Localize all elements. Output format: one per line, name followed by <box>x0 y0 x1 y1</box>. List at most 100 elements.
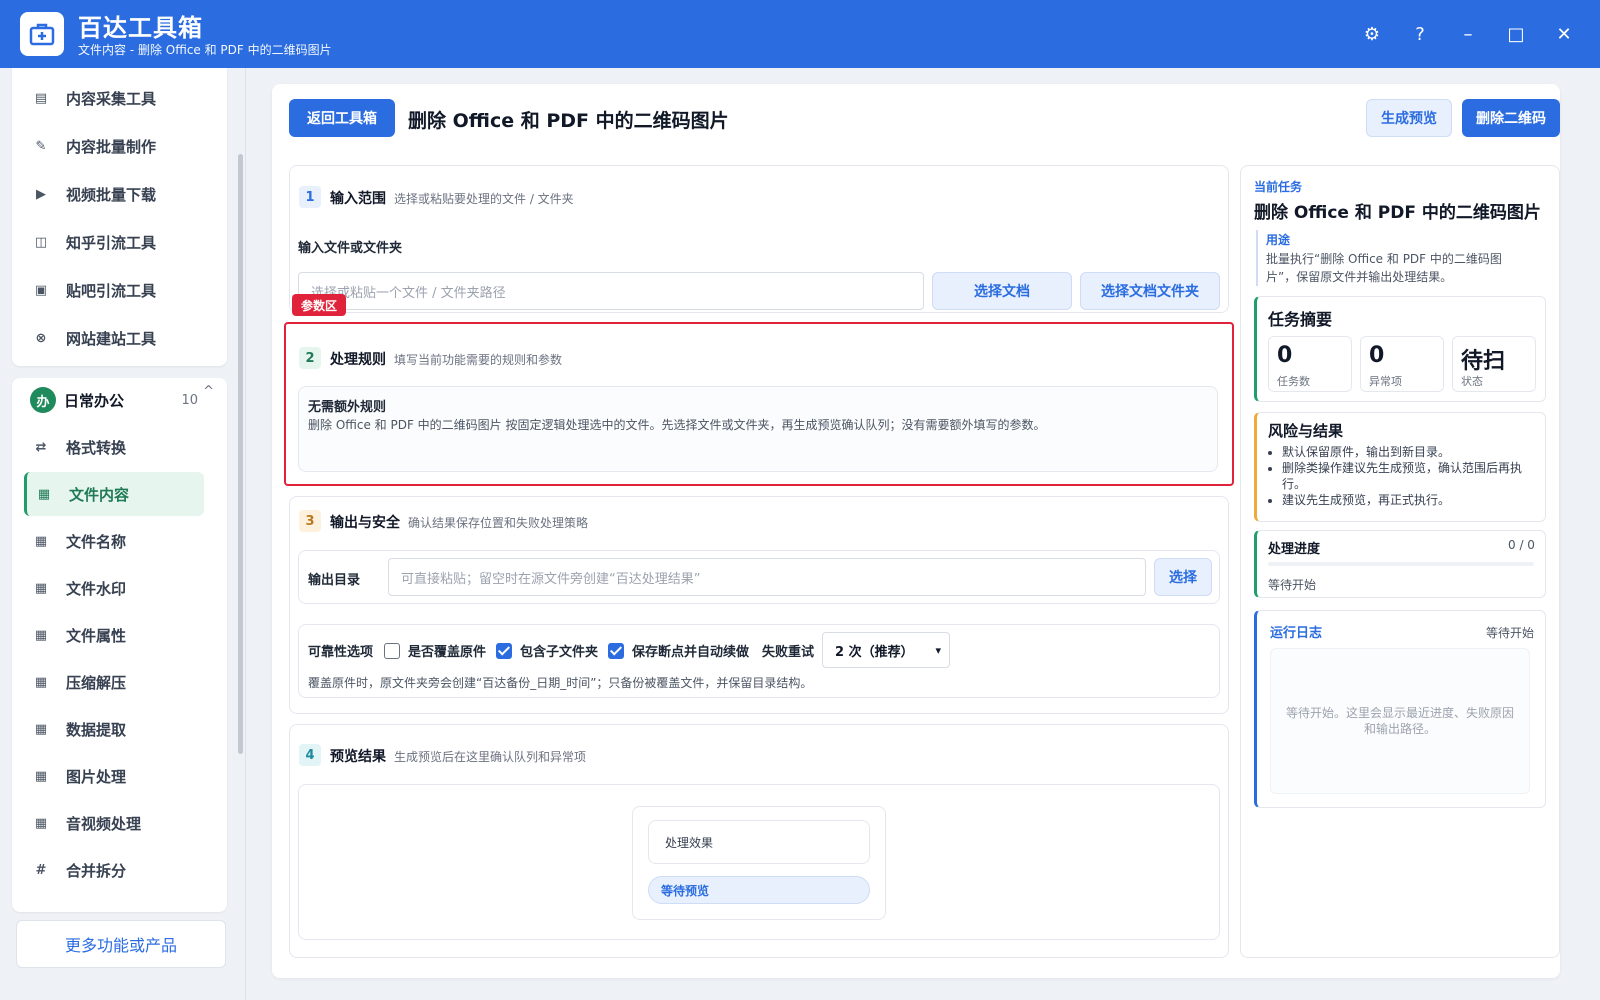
stat-value: 0 <box>1277 343 1293 368</box>
sidebar-item-label: 合并拆分 <box>66 861 127 880</box>
group-count: 10 <box>181 392 198 408</box>
current-task-title: 删除 Office 和 PDF 中的二维码图片 <box>1254 203 1541 223</box>
sidebar-item-label: 图片处理 <box>66 767 127 786</box>
reliability-label: 可靠性选项 <box>308 645 374 660</box>
sidebar-item-data-extract[interactable]: ▦ 数据提取 <box>24 707 204 751</box>
settings-icon[interactable]: ⚙ <box>1356 18 1388 50</box>
sidebar-item-label: 文件属性 <box>66 626 127 645</box>
output-select-button[interactable]: 选择 <box>1154 558 1212 596</box>
sidebar-item-label: 格式转换 <box>66 438 127 457</box>
current-task-label: 当前任务 <box>1254 180 1303 194</box>
parameter-area-tag: 参数区 <box>292 294 347 316</box>
output-dir-field[interactable]: 可直接粘贴；留空时在源文件旁创建“百达处理结果” <box>388 558 1146 596</box>
page-title: 删除 Office 和 PDF 中的二维码图片 <box>408 110 729 132</box>
retry-select[interactable]: 2 次（推荐） ▾ <box>822 632 950 668</box>
log-status: 等待开始 <box>1486 626 1535 640</box>
sidebar-item-label: 内容采集工具 <box>66 89 157 108</box>
grid-icon: ▦ <box>34 580 48 596</box>
subfolder-checkbox[interactable] <box>496 643 512 659</box>
generate-preview-button[interactable]: 生成预览 <box>1366 99 1452 137</box>
close-icon[interactable]: ✕ <box>1548 18 1580 50</box>
progress-value: 0 / 0 <box>1508 538 1535 552</box>
sidebar-item-file-attributes[interactable]: ▦ 文件属性 <box>24 613 204 657</box>
step-title: 输入范围 <box>330 191 386 207</box>
step-number: 2 <box>299 347 321 369</box>
sidebar-item-batch-make[interactable]: ✎ 内容批量制作 <box>24 124 204 168</box>
output-dir-label: 输出目录 <box>308 573 361 588</box>
zhihu-icon: ◫ <box>34 234 48 250</box>
sidebar-item-image-process[interactable]: ▦ 图片处理 <box>24 754 204 798</box>
sidebar-item-compress[interactable]: ▦ 压缩解压 <box>24 660 204 704</box>
more-products-button[interactable]: 更多功能或产品 <box>16 920 226 968</box>
retry-select-value: 2 次（推荐） <box>835 644 914 660</box>
group-title: 日常办公 <box>64 391 125 410</box>
pen-icon: ✎ <box>35 138 47 154</box>
sidebar-item-file-watermark[interactable]: ▦ 文件水印 <box>24 566 204 610</box>
select-folder-button[interactable]: 选择文档文件夹 <box>1080 272 1220 310</box>
sidebar-item-file-content[interactable]: ▦ 文件内容 <box>24 472 204 516</box>
overwrite-checkbox[interactable] <box>384 643 400 659</box>
back-to-toolbox-button[interactable]: 返回工具箱 <box>289 99 395 137</box>
sidebar-item-tieba[interactable]: ▣ 贴吧引流工具 <box>24 268 204 312</box>
sidebar: ▤ 内容采集工具 ✎ 内容批量制作 ▶ 视频批量下载 ◫ 知乎引流工具 ▣ 贴吧… <box>0 68 246 1000</box>
step-description: 选择或粘贴要处理的文件 / 文件夹 <box>394 192 574 206</box>
video-icon: ▶ <box>36 186 46 202</box>
stat-status: 待扫 状态 <box>1452 336 1536 392</box>
progress-status: 等待开始 <box>1268 578 1317 592</box>
risk-list: 默认保留原件，输出到新目录。 删除类操作建议先生成预览，确认范围后再执行。 建议… <box>1268 444 1532 508</box>
step-title: 处理规则 <box>330 352 386 368</box>
grid-icon: ▦ <box>34 768 48 784</box>
sidebar-item-file-name[interactable]: ▦ 文件名称 <box>24 519 204 563</box>
sidebar-item-label: 视频批量下载 <box>66 185 157 204</box>
select-document-button[interactable]: 选择文档 <box>932 272 1072 310</box>
tieba-icon: ▣ <box>34 282 48 298</box>
sidebar-item-label: 网站建站工具 <box>66 329 157 348</box>
grid-icon: ▦ <box>34 627 48 643</box>
log-output[interactable]: 等待开始。这里会显示最近进度、失败原因和输出路径。 <box>1270 648 1530 794</box>
sidebar-item-zhihu[interactable]: ◫ 知乎引流工具 <box>24 220 204 264</box>
retry-label: 失败重试 <box>762 645 815 660</box>
rule-title: 无需额外规则 <box>308 400 387 415</box>
sidebar-item-label: 压缩解压 <box>66 673 127 692</box>
input-path-field[interactable]: 选择或粘贴一个文件 / 文件夹路径 <box>298 272 924 310</box>
sidebar-item-av-process[interactable]: ▦ 音视频处理 <box>24 801 204 845</box>
stat-value: 0 <box>1369 343 1385 368</box>
step-number: 1 <box>299 186 321 208</box>
chevron-up-icon[interactable]: ^ <box>203 384 214 399</box>
convert-icon: ⇄ <box>35 439 47 455</box>
sidebar-item-video-download[interactable]: ▶ 视频批量下载 <box>24 172 204 216</box>
help-icon[interactable]: ? <box>1404 18 1436 50</box>
step-description: 生成预览后在这里确认队列和异常项 <box>394 750 587 764</box>
stat-label: 任务数 <box>1277 375 1310 388</box>
grid-icon: ▦ <box>34 533 48 549</box>
stat-task-count: 0 任务数 <box>1268 336 1352 392</box>
step-number: 4 <box>299 744 321 766</box>
maximize-icon[interactable]: □ <box>1500 18 1532 50</box>
sidebar-item-label: 内容批量制作 <box>66 137 157 156</box>
log-title: 运行日志 <box>1270 626 1323 641</box>
sidebar-item-label: 文件名称 <box>66 532 127 551</box>
delete-qrcode-button[interactable]: 删除二维码 <box>1462 99 1560 137</box>
resume-checkbox[interactable] <box>608 643 624 659</box>
sidebar-item-merge-split[interactable]: # 合并拆分 <box>24 848 204 892</box>
purpose-label: 用途 <box>1266 233 1291 247</box>
risk-item: 删除类操作建议先生成预览，确认范围后再执行。 <box>1282 460 1532 492</box>
sidebar-scrollbar[interactable] <box>238 154 243 754</box>
sidebar-item-label: 文件水印 <box>66 579 127 598</box>
stat-value: 待扫 <box>1461 349 1506 374</box>
collect-icon: ▤ <box>34 90 48 106</box>
overwrite-label: 是否覆盖原件 <box>408 645 487 660</box>
sidebar-item-website[interactable]: ⊗ 网站建站工具 <box>24 316 204 360</box>
sidebar-item-label: 文件内容 <box>69 485 130 504</box>
sidebar-item-label: 数据提取 <box>66 720 127 739</box>
group-badge: 办 <box>30 387 56 413</box>
sidebar-group-header[interactable]: 办 日常办公 10 ^ <box>30 378 220 422</box>
stat-exception-count: 0 异常项 <box>1360 336 1444 392</box>
stat-label: 状态 <box>1461 375 1483 388</box>
sidebar-item-collect[interactable]: ▤ 内容采集工具 <box>24 76 204 120</box>
app-logo-icon <box>20 12 64 56</box>
risk-item: 建议先生成预览，再正式执行。 <box>1282 492 1532 508</box>
sidebar-item-format-convert[interactable]: ⇄ 格式转换 <box>24 425 204 469</box>
minimize-icon[interactable]: – <box>1452 18 1484 50</box>
purpose-bar <box>1256 230 1258 286</box>
